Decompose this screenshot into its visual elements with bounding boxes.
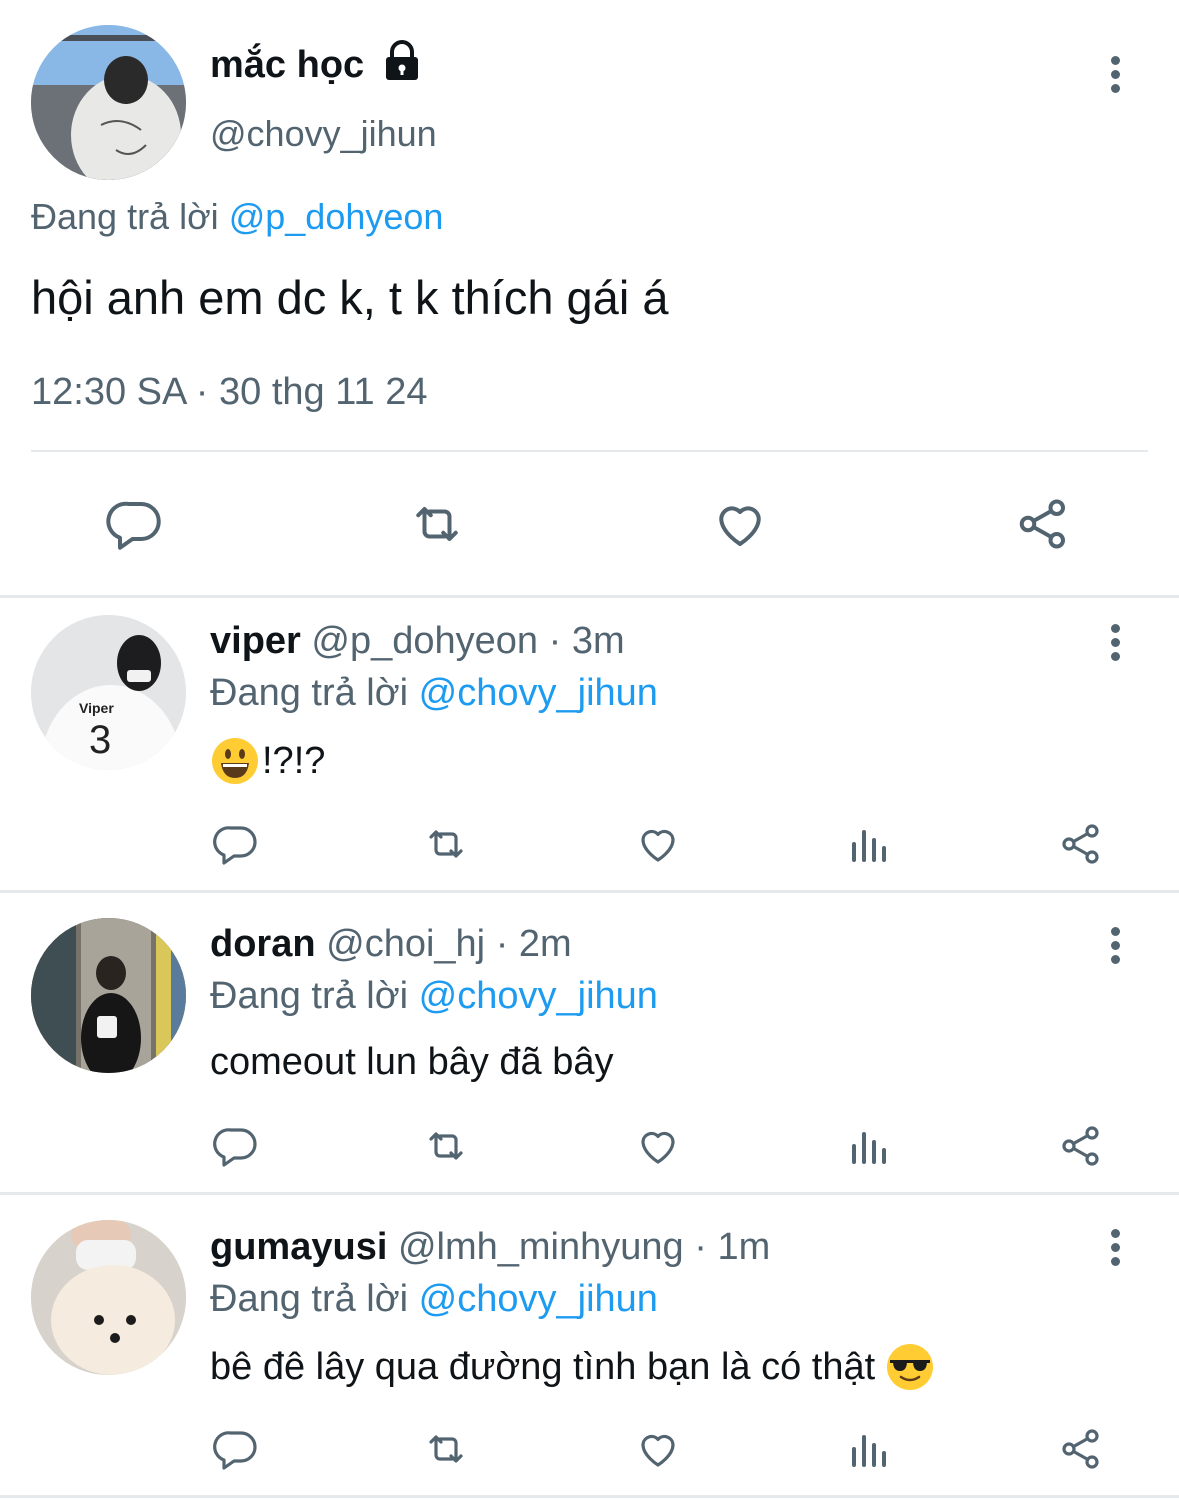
section-divider (0, 595, 1179, 598)
retweet-icon[interactable] (405, 494, 469, 554)
reply-avatar[interactable] (31, 1220, 186, 1375)
share-icon[interactable] (1057, 1425, 1105, 1473)
retweet-icon[interactable] (420, 1425, 472, 1473)
reply-avatar[interactable]: Viper 3 (31, 615, 186, 770)
reply-time[interactable]: · 3m (549, 620, 625, 662)
section-divider (0, 1495, 1179, 1498)
like-icon[interactable] (634, 1425, 682, 1473)
section-divider (0, 890, 1179, 893)
replying-to-line: Đang trả lời @p_dohyeon (31, 196, 443, 238)
analytics-icon[interactable] (846, 1425, 894, 1473)
reply-icon[interactable] (212, 820, 260, 868)
reply-display-name[interactable]: viper (210, 620, 301, 662)
replying-to-link[interactable]: @chovy_jihun (419, 1278, 658, 1320)
reply-time[interactable]: · 1m (694, 1226, 770, 1268)
more-options-icon[interactable] (1109, 1229, 1121, 1269)
avatar-jersey-name: Viper (79, 700, 114, 716)
grinning-face-emoji-icon (210, 736, 260, 786)
section-divider (0, 1192, 1179, 1195)
share-icon[interactable] (1057, 1122, 1105, 1170)
reply-handle[interactable]: @lmh_minhyung (398, 1226, 684, 1268)
replying-to-link[interactable]: @chovy_jihun (419, 672, 658, 714)
main-tweet-text: hội anh em dc k, t k thích gái á (31, 271, 669, 324)
reply-icon[interactable] (212, 1122, 260, 1170)
main-tweet-avatar[interactable] (31, 25, 186, 180)
share-icon[interactable] (1057, 820, 1105, 868)
reply-header: viper @p_dohyeon · 3m (210, 620, 625, 663)
replying-to-line: Đang trả lời @chovy_jihun (210, 975, 658, 1018)
reply-text: bê đê lây qua đường tình bạn là có thật (210, 1345, 876, 1388)
main-tweet-timestamp[interactable]: 12:30 SA · 30 thg 11 24 (31, 371, 428, 414)
main-tweet-handle[interactable]: @chovy_jihun (210, 113, 437, 155)
reply-display-name[interactable]: gumayusi (210, 1226, 387, 1268)
avatar-jersey-number: 3 (89, 718, 111, 762)
like-icon[interactable] (710, 494, 770, 554)
more-options-icon[interactable] (1109, 56, 1121, 96)
reply-time[interactable]: · 2m (496, 923, 572, 965)
replying-to-line: Đang trả lời @chovy_jihun (210, 1278, 658, 1321)
lock-icon (383, 40, 421, 82)
share-icon[interactable] (1013, 494, 1073, 554)
analytics-icon[interactable] (846, 1122, 894, 1170)
replying-prefix: Đang trả lời (210, 975, 409, 1017)
replying-prefix: Đang trả lời (210, 672, 409, 714)
reply-text: !?!? (262, 739, 326, 782)
replying-to-link[interactable]: @chovy_jihun (419, 975, 658, 1017)
reply-header: gumayusi @lmh_minhyung · 1m (210, 1226, 770, 1269)
reply-icon[interactable] (105, 494, 165, 554)
main-tweet-display-name[interactable]: mắc học (210, 44, 364, 87)
more-options-icon[interactable] (1109, 927, 1121, 967)
main-tweet-divider (31, 450, 1148, 452)
reply-text-row: !?!? (210, 736, 325, 786)
replying-prefix: Đang trả lời (210, 1278, 409, 1320)
reply-icon[interactable] (212, 1425, 260, 1473)
reply-text-row: bê đê lây qua đường tình bạn là có thật (210, 1342, 935, 1392)
retweet-icon[interactable] (420, 1122, 472, 1170)
reply-display-name[interactable]: doran (210, 923, 316, 965)
reply-handle[interactable]: @p_dohyeon (311, 620, 538, 662)
reply-header: doran @choi_hj · 2m (210, 923, 572, 966)
reply-handle[interactable]: @choi_hj (326, 923, 485, 965)
more-options-icon[interactable] (1109, 624, 1121, 664)
reply-text: comeout lun bây đã bây (210, 1041, 614, 1083)
replying-to-line: Đang trả lời @chovy_jihun (210, 672, 658, 715)
sunglasses-face-emoji-icon (885, 1342, 935, 1392)
analytics-icon[interactable] (846, 820, 894, 868)
replying-prefix: Đang trả lời (31, 196, 219, 237)
replying-to-link[interactable]: @p_dohyeon (229, 196, 444, 237)
like-icon[interactable] (634, 820, 682, 868)
reply-avatar[interactable] (31, 918, 186, 1073)
retweet-icon[interactable] (420, 820, 472, 868)
like-icon[interactable] (634, 1122, 682, 1170)
